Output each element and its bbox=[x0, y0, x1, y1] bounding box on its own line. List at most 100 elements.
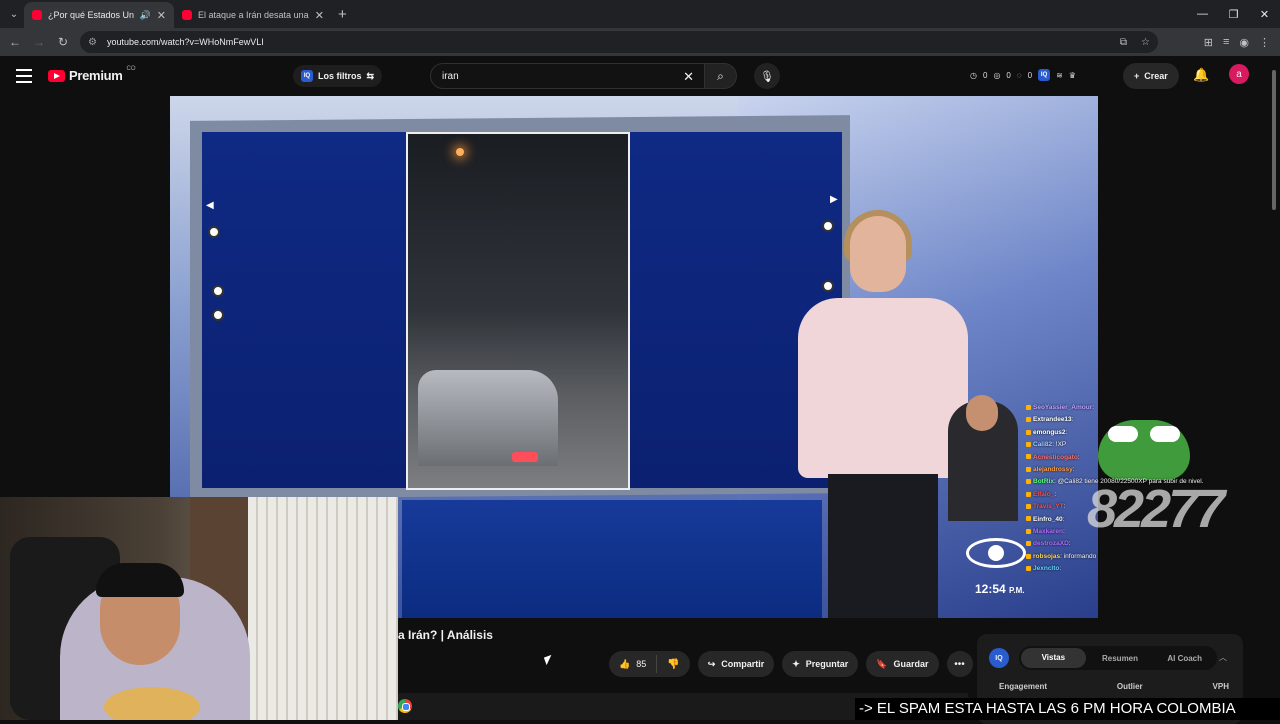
chat-username: Jexnclto bbox=[1033, 565, 1060, 573]
screen-dot-icon bbox=[208, 226, 220, 238]
speaker-icon[interactable]: 🔊 bbox=[140, 10, 151, 21]
chat-badge-icon bbox=[1026, 466, 1031, 472]
vidiq-stats: ◷ 0 ◎ 0 ◌ 0 IQ ≋ ♛ bbox=[970, 69, 1076, 81]
chat-username: destrozaXD bbox=[1033, 540, 1069, 548]
cast-icon[interactable]: ⧉ bbox=[1120, 37, 1127, 48]
hamburger-menu-icon[interactable] bbox=[16, 69, 32, 83]
save-button[interactable]: 🔖 Guardar bbox=[866, 651, 939, 677]
tab-vistas[interactable]: Vistas bbox=[1021, 648, 1086, 668]
tab-close-icon[interactable]: ✕ bbox=[315, 9, 324, 22]
back-icon[interactable]: ← bbox=[3, 30, 27, 54]
chat-username: Extrandee13 bbox=[1033, 416, 1072, 424]
stat-value: 0 bbox=[982, 70, 988, 80]
tab-resumen[interactable]: Resumen bbox=[1088, 654, 1153, 663]
sliders-icon: ⇆ bbox=[366, 70, 375, 81]
screen-dot-icon bbox=[212, 309, 224, 321]
tab-ai-coach[interactable]: AI Coach bbox=[1152, 654, 1217, 663]
chat-badge-icon bbox=[1026, 429, 1031, 435]
chat-username: Travis_YT bbox=[1033, 503, 1064, 511]
chat-username: alejandrossy bbox=[1033, 466, 1073, 474]
tab-title: El ataque a Irán desata una gu bbox=[198, 10, 309, 20]
search-button[interactable]: ⌕ bbox=[705, 63, 737, 89]
chat-line: alejandrossy: bbox=[1026, 464, 1238, 476]
youtube-play-icon bbox=[48, 69, 65, 82]
tab-search-chevron-icon[interactable]: ⌄ bbox=[4, 4, 24, 24]
share-arrow-icon: ↪ bbox=[707, 658, 716, 669]
url-text: youtube.com/watch?v=WHoNmFewVLI bbox=[106, 37, 264, 47]
minimize-icon[interactable]: — bbox=[1187, 0, 1218, 28]
create-button[interactable]: + Crear bbox=[1123, 63, 1179, 89]
chat-message: informando bbox=[1063, 552, 1097, 560]
chrome-icon[interactable] bbox=[398, 699, 412, 713]
forward-icon[interactable]: → bbox=[27, 30, 51, 54]
clock-time: 12:54 bbox=[975, 582, 1006, 596]
ask-button[interactable]: ✦ Preguntar bbox=[782, 651, 859, 677]
like-dislike-group: 👍 85 👎 bbox=[609, 651, 690, 677]
share-button[interactable]: ↪ Compartir bbox=[697, 651, 775, 677]
eye-icon: ◎ bbox=[993, 70, 1001, 80]
chat-badge-icon bbox=[1026, 479, 1031, 485]
new-tab-icon[interactable]: + bbox=[338, 6, 347, 23]
tab-close-icon[interactable]: ✕ bbox=[157, 9, 166, 22]
save-label: Guardar bbox=[893, 659, 929, 669]
logo-text: Premium bbox=[69, 68, 123, 83]
avatar[interactable]: a bbox=[1229, 64, 1249, 84]
country-code: CO bbox=[126, 65, 136, 72]
chat-message: !XP bbox=[1055, 441, 1067, 449]
youtube-header: Premium CO IQ Los filtros ⇆ iran ✕ ⌕ 🎙 ◷… bbox=[0, 56, 1280, 96]
news-clip bbox=[406, 132, 630, 490]
create-label: Crear bbox=[1144, 71, 1168, 81]
chat-username: Maxkaren bbox=[1033, 528, 1063, 536]
chat-line: Einfro_40: bbox=[1026, 514, 1238, 526]
streamer-webcam bbox=[0, 497, 398, 720]
search-input[interactable]: iran ✕ bbox=[430, 63, 705, 89]
microphone-icon: 🎙 bbox=[760, 70, 774, 83]
close-window-icon[interactable]: ✕ bbox=[1249, 0, 1280, 28]
vidiq-icon[interactable]: IQ bbox=[989, 648, 1009, 668]
reload-icon[interactable]: ↻ bbox=[51, 30, 75, 54]
bookmark-star-icon[interactable]: ☆ bbox=[1141, 37, 1150, 48]
tab-title: ¿Por qué Estados Unidos e bbox=[48, 10, 134, 20]
media-control-icon[interactable]: ≡ bbox=[1223, 36, 1229, 48]
tab-active[interactable]: ¿Por qué Estados Unidos e 🔊 ✕ bbox=[24, 2, 174, 28]
chevron-up-icon[interactable]: ︿ bbox=[1219, 652, 1227, 663]
tab-inactive[interactable]: El ataque a Irán desata una gu ✕ bbox=[174, 2, 332, 28]
filters-label: Los filtros bbox=[318, 71, 362, 81]
youtube-favicon-icon bbox=[182, 10, 192, 20]
stream-chat-overlay: SeoYassier_Amour: Extrandee13: emongus2:… bbox=[1026, 402, 1238, 576]
mouse-cursor-icon bbox=[543, 654, 555, 666]
thumbs-up-icon: 👍 bbox=[619, 658, 631, 669]
page-scrollbar[interactable] bbox=[1271, 62, 1277, 702]
notifications-bell-icon[interactable]: 🔔 bbox=[1193, 67, 1209, 83]
chat-username: Einfro_40 bbox=[1033, 515, 1063, 523]
stats-chart-icon[interactable]: ≋ bbox=[1056, 71, 1063, 80]
voice-search-button[interactable]: 🎙 bbox=[754, 63, 780, 89]
restore-icon[interactable]: ❐ bbox=[1218, 0, 1249, 28]
metric-vph: VPH bbox=[1212, 682, 1229, 691]
window-controls: — ❐ ✕ bbox=[1187, 0, 1280, 28]
clear-search-icon[interactable]: ✕ bbox=[683, 69, 694, 85]
omnibox[interactable]: ⚙ youtube.com/watch?v=WHoNmFewVLI ⧉ ☆ bbox=[80, 31, 1158, 53]
like-button[interactable]: 👍 85 bbox=[609, 655, 658, 673]
site-info-icon[interactable]: ⚙ bbox=[88, 37, 97, 48]
chat-line: BotRix: @Cali82 tiene 20080/22500XP para… bbox=[1026, 476, 1238, 488]
trophy-icon[interactable]: ♛ bbox=[1069, 71, 1076, 80]
chat-line: SeoYassier_Amour: bbox=[1026, 402, 1238, 414]
extensions-icon[interactable]: ⊞ bbox=[1204, 36, 1213, 49]
more-actions-icon[interactable]: ••• bbox=[946, 651, 973, 677]
search-icon: ⌕ bbox=[717, 68, 724, 83]
clock-suffix: P.M. bbox=[1009, 586, 1025, 595]
chat-badge-icon bbox=[1026, 454, 1031, 460]
profile-icon[interactable]: ◉ bbox=[1239, 36, 1249, 49]
browser-menu-icon[interactable]: ⋮ bbox=[1259, 36, 1270, 49]
chat-line: destrozaXD: bbox=[1026, 538, 1238, 550]
chat-line: Jexnclto: bbox=[1026, 563, 1238, 575]
eye-off-icon: ◌ bbox=[1016, 70, 1022, 80]
video-title: a Irán? | Análisis bbox=[398, 628, 493, 642]
vidiq-icon[interactable]: IQ bbox=[1038, 69, 1051, 81]
chat-line: Cali82: !XP bbox=[1026, 439, 1238, 451]
filters-button[interactable]: IQ Los filtros ⇆ bbox=[293, 65, 383, 87]
youtube-favicon-icon bbox=[32, 10, 42, 20]
dislike-button[interactable]: 👎 bbox=[657, 659, 689, 670]
youtube-logo[interactable]: Premium CO bbox=[48, 65, 136, 83]
